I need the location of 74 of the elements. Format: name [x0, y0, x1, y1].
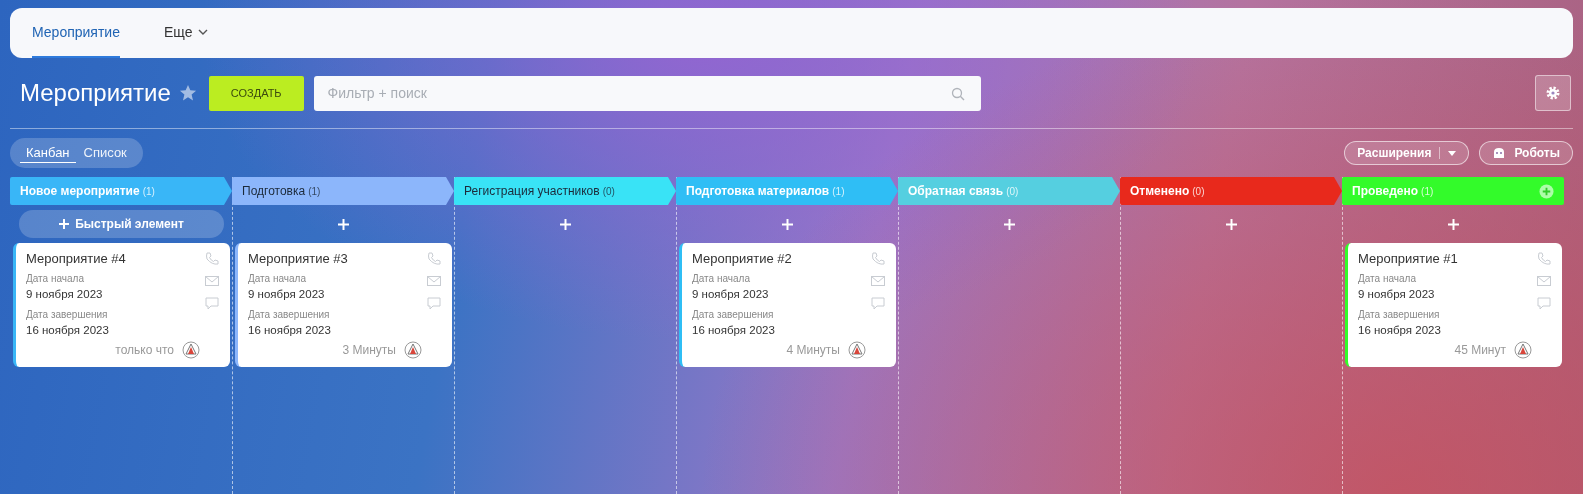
event-card[interactable]: Мероприятие #4 Дата начала 9 ноября 2023 Дата завершения 16 ноября 2023 только что: [13, 243, 230, 367]
quick-add-button[interactable]: Быстрый элемент: [19, 210, 224, 238]
add-item-button[interactable]: [1002, 216, 1017, 232]
event-card[interactable]: Мероприятие #3 Дата начала 9 ноября 2023 Дата завершения 16 ноября 2023 3 Минуты: [235, 243, 452, 367]
plus-icon: [1226, 218, 1237, 230]
plus-icon: [59, 219, 70, 229]
view-tab[interactable]: Канбан: [20, 143, 76, 163]
comment-icon: [204, 295, 220, 311]
field-value: 16 ноября 2023: [692, 324, 776, 336]
caret-icon: [1448, 150, 1457, 156]
field-label: Дата начала: [1358, 273, 1417, 284]
add-item-button[interactable]: [1224, 216, 1239, 232]
phone-icon: [870, 251, 886, 267]
field-value: 9 ноября 2023: [1358, 288, 1436, 300]
plus-icon: [1004, 218, 1015, 230]
field-value: 9 ноября 2023: [692, 288, 770, 300]
settings-button[interactable]: [1535, 75, 1571, 111]
phone-icon: [426, 251, 442, 267]
event-card[interactable]: Мероприятие #2 Дата начала 9 ноября 2023 Дата завершения 16 ноября 2023 4 Минуты: [679, 243, 896, 367]
top-tab[interactable]: Мероприятие: [32, 8, 120, 58]
plus-icon: [560, 218, 571, 230]
comment-icon: [1536, 295, 1552, 311]
card-title[interactable]: Мероприятие #3: [248, 251, 422, 266]
card-title[interactable]: Мероприятие #4: [26, 251, 200, 266]
avatar-icon: [848, 341, 866, 359]
avatar-icon: [404, 341, 422, 359]
event-card[interactable]: Мероприятие #1 Дата начала 9 ноября 2023 Дата завершения 16 ноября 2023 45 Минут: [1345, 243, 1562, 367]
phone-icon: [204, 251, 220, 267]
settings-icon: [1545, 85, 1561, 101]
avatar-icon: [182, 341, 200, 359]
mail-icon: [870, 273, 886, 289]
card-title[interactable]: Мероприятие #2: [692, 251, 866, 266]
add-item-button[interactable]: [1446, 216, 1461, 232]
search-field[interactable]: Фильтр + поиск: [313, 75, 981, 111]
field-label: Дата начала: [692, 273, 751, 284]
add-item-button[interactable]: [336, 216, 351, 232]
comment-icon: [426, 295, 442, 311]
card-title[interactable]: Мероприятие #1: [1358, 251, 1532, 266]
field-label: Дата завершения: [1358, 309, 1441, 320]
mail-icon: [426, 273, 442, 289]
page-title: Мероприятие: [20, 79, 171, 107]
time-ago: только что: [115, 343, 174, 357]
field-value: 16 ноября 2023: [26, 324, 110, 336]
field-label: Дата завершения: [692, 309, 775, 320]
field-label: Дата начала: [26, 273, 85, 284]
field-value: 16 ноября 2023: [1358, 324, 1442, 336]
field-value: 16 ноября 2023: [248, 324, 332, 336]
field-value: 9 ноября 2023: [248, 288, 326, 300]
create-button[interactable]: СОЗДАТЬ: [208, 75, 304, 111]
robot-icon: [1492, 147, 1507, 159]
field-value: 9 ноября 2023: [26, 288, 104, 300]
time-ago: 4 Минуты: [786, 343, 840, 357]
field-label: Дата начала: [248, 273, 307, 284]
stage-header[interactable]: Подготовка (1): [232, 177, 454, 205]
plus-icon: [338, 218, 349, 230]
stage-header[interactable]: Отменено (0): [1120, 177, 1342, 205]
mail-icon: [1536, 273, 1552, 289]
add-item-button[interactable]: [558, 216, 573, 232]
chevron-icon: [198, 29, 209, 35]
comment-icon: [870, 295, 886, 311]
more-menu-tab[interactable]: Еще: [163, 8, 209, 58]
plus-icon: [1448, 218, 1459, 230]
search-icon: [950, 86, 965, 101]
stage-header[interactable]: Регистрация участников (0): [454, 177, 676, 205]
avatar-icon: [1514, 341, 1532, 359]
mail-icon: [204, 273, 220, 289]
field-label: Дата завершения: [248, 309, 331, 320]
plus-icon: [782, 218, 793, 230]
add-item-button[interactable]: [780, 216, 795, 232]
field-label: Дата завершения: [26, 309, 109, 320]
phone-icon: [1536, 251, 1552, 267]
time-ago: 3 Минуты: [342, 343, 396, 357]
star-icon[interactable]: [178, 84, 197, 102]
time-ago: 45 Минут: [1454, 343, 1506, 357]
